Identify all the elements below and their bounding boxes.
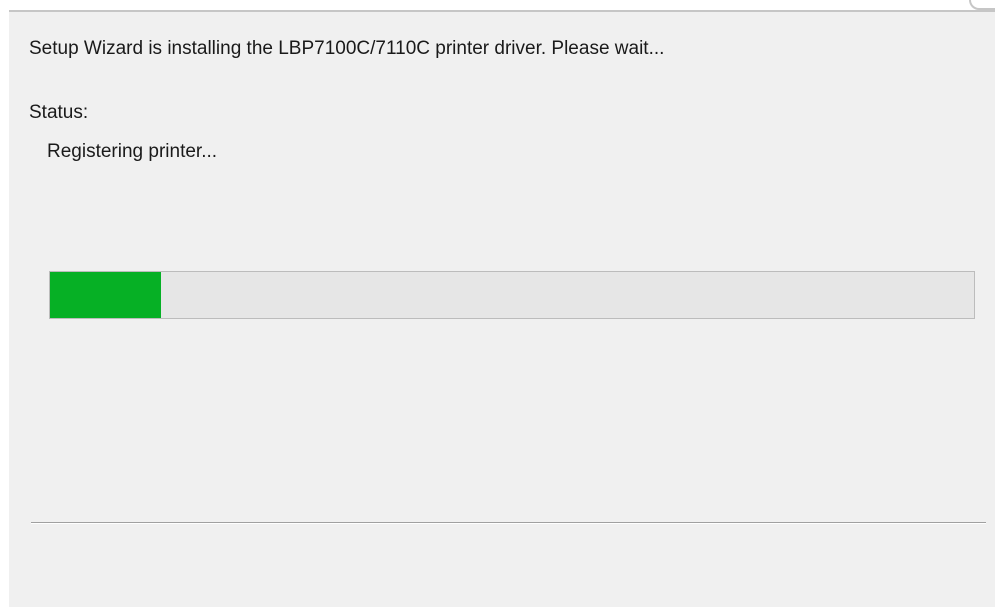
install-message: Setup Wizard is installing the LBP7100C/… bbox=[29, 38, 665, 59]
status-label: Status: bbox=[29, 102, 89, 123]
installer-dialog: Setup Wizard is installing the LBP7100C/… bbox=[9, 10, 995, 607]
footer-separator bbox=[31, 522, 986, 524]
progress-bar bbox=[49, 271, 975, 319]
window-corner-edge bbox=[969, 0, 995, 10]
status-text: Registering printer... bbox=[47, 141, 218, 162]
window-background: Setup Wizard is installing the LBP7100C/… bbox=[0, 0, 995, 607]
progress-bar-fill bbox=[50, 272, 161, 318]
